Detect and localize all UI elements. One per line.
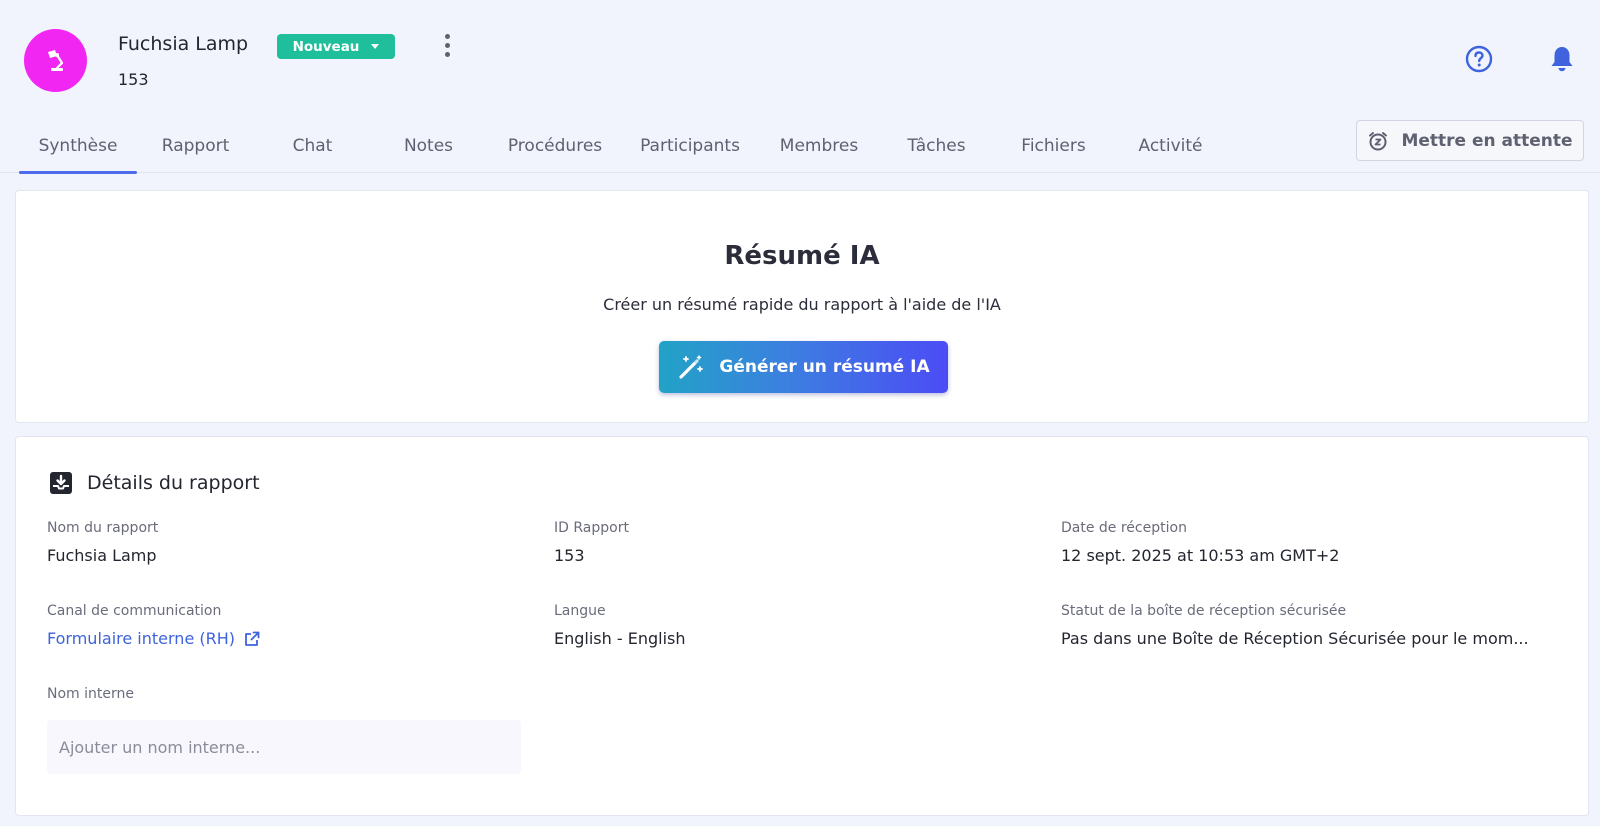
channel-link[interactable]: Formulaire interne (RH) [47, 629, 261, 648]
received-date-label: Date de réception [1061, 520, 1187, 536]
secure-inbox-value: Pas dans une Boîte de Réception Sécurisé… [1061, 629, 1529, 648]
language-value: English - English [554, 629, 686, 648]
tab-membres[interactable]: Membres [760, 119, 878, 172]
help-icon[interactable] [1465, 45, 1493, 77]
report-number: 153 [118, 70, 149, 89]
more-options-button[interactable] [434, 32, 460, 58]
status-dropdown[interactable]: Nouveau [277, 34, 395, 59]
snooze-label: Mettre en attente [1401, 130, 1573, 151]
tab-notes[interactable]: Notes [371, 119, 486, 172]
internal-name-label: Nom interne [47, 686, 134, 702]
report-name-label: Nom du rapport [47, 520, 159, 536]
report-id-label: ID Rapport [554, 520, 629, 536]
generate-ai-summary-label: Générer un résumé IA [719, 357, 930, 377]
inbox-download-icon [50, 472, 72, 494]
ai-summary-subtitle: Créer un résumé rapide du rapport à l'ai… [603, 295, 1001, 314]
avatar [24, 29, 87, 92]
channel-link-text: Formulaire interne (RH) [47, 629, 235, 648]
alarm-snooze-icon [1369, 131, 1388, 150]
tab-chat[interactable]: Chat [254, 119, 371, 172]
report-name-value: Fuchsia Lamp [47, 546, 157, 565]
tab-procedures[interactable]: Procédures [496, 119, 614, 172]
report-id-value: 153 [554, 546, 585, 565]
tab-rapport[interactable]: Rapport [137, 119, 254, 172]
received-date-value: 12 sept. 2025 at 10:53 am GMT+2 [1061, 546, 1340, 565]
tab-fichiers[interactable]: Fichiers [995, 119, 1112, 172]
more-dot-icon [444, 33, 450, 39]
secure-inbox-label: Statut de la boîte de réception sécurisé… [1061, 603, 1347, 619]
tab-participants[interactable]: Participants [630, 119, 750, 172]
report-title: Fuchsia Lamp [118, 33, 249, 55]
tab-taches[interactable]: Tâches [878, 119, 995, 172]
bell-icon[interactable] [1547, 44, 1577, 78]
external-link-icon [245, 631, 260, 646]
more-dot-icon [444, 51, 450, 57]
more-dot-icon [444, 42, 450, 48]
tab-activite[interactable]: Activité [1112, 119, 1229, 172]
caret-down-icon [371, 44, 380, 49]
lamp-icon [47, 49, 63, 71]
generate-ai-summary-button[interactable]: Générer un résumé IA [659, 341, 948, 393]
report-details-card: Détails du rapport Nom du rapport Fuchsi… [15, 436, 1589, 816]
tab-synthese[interactable]: Synthèse [19, 119, 137, 174]
snooze-button[interactable]: Mettre en attente [1356, 120, 1584, 161]
details-title: Détails du rapport [87, 472, 260, 494]
channel-label: Canal de communication [47, 603, 222, 619]
language-label: Langue [554, 603, 606, 619]
internal-name-input[interactable] [47, 720, 521, 774]
ai-summary-card: Résumé IA Créer un résumé rapide du rapp… [15, 190, 1589, 423]
ai-summary-title: Résumé IA [724, 241, 880, 271]
status-label: Nouveau [292, 38, 360, 55]
details-heading: Détails du rapport [49, 471, 260, 495]
magic-wand-icon [679, 355, 704, 379]
